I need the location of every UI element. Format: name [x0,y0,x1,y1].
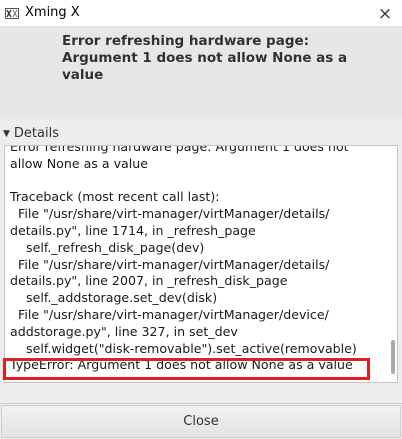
details-expander[interactable]: ▼ Details [3,126,59,144]
message-area: Error refreshing hardware page: Argument… [0,27,402,119]
traceback-text: Error refreshing hardware page: Argument… [10,145,357,373]
xming-app-icon [5,8,19,19]
details-label: Details [13,126,59,141]
button-bar: Close [0,403,402,439]
window-close-button[interactable]: × [374,3,396,25]
scrollbar-thumb[interactable] [391,340,395,374]
close-icon: × [377,4,393,24]
title-bar: Xming X × [0,0,402,27]
details-scrollbar[interactable] [391,150,395,378]
expander-arrow-down-icon: ▼ [3,129,10,139]
error-highlight-box [3,358,370,380]
close-button[interactable]: Close [1,405,401,438]
details-text-view[interactable]: Error refreshing hardware page: Argument… [4,145,398,383]
window-title: Xming X [25,5,80,20]
error-message: Error refreshing hardware page: Argument… [62,33,348,83]
